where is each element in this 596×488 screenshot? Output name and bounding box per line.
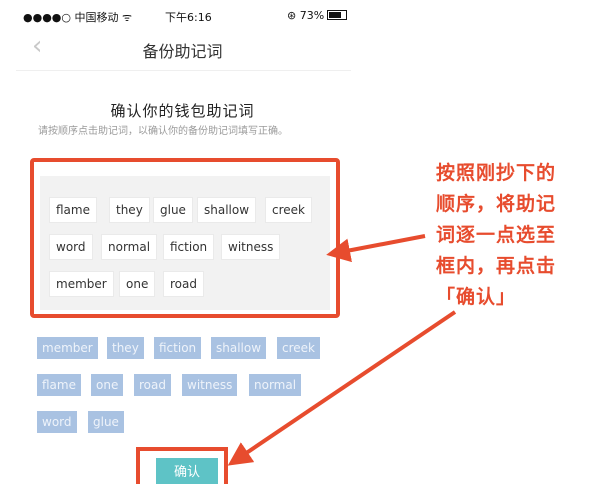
arrow-to-selected-box (326, 234, 426, 263)
annotation-arrows (227, 234, 457, 466)
arrow-to-confirm-button (227, 310, 457, 466)
